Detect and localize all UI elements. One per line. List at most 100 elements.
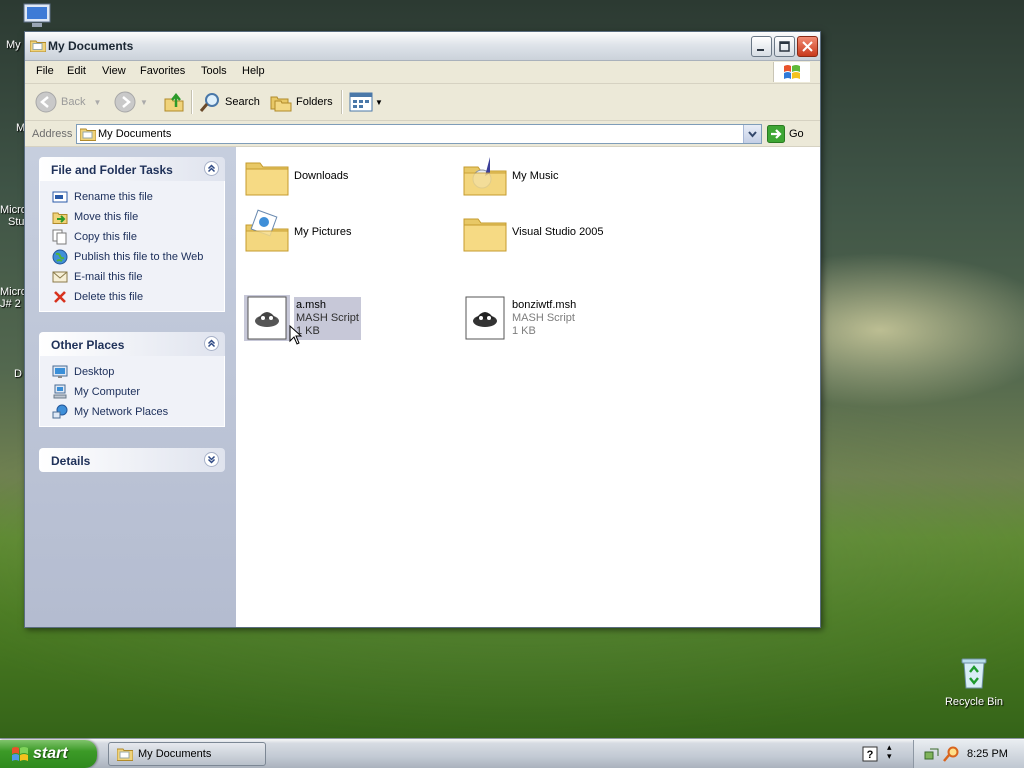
expand-button[interactable] xyxy=(204,452,219,467)
recycle-bin-icon xyxy=(961,658,987,689)
task-email[interactable]: E-mail this file xyxy=(40,267,224,287)
file-size: 1 KB xyxy=(296,324,320,337)
forward-button[interactable]: ▼ xyxy=(114,91,148,113)
search-label: Search xyxy=(225,96,260,108)
folder-icon xyxy=(30,40,46,52)
file-folder-tasks-panel: File and Folder Tasks Rename this file M… xyxy=(39,157,225,312)
maximize-icon xyxy=(779,41,790,52)
file-item-my-music[interactable]: My Music xyxy=(462,153,558,199)
folders-button[interactable]: Folders xyxy=(270,91,333,113)
menu-help[interactable]: Help xyxy=(242,65,265,77)
panel-title: Other Places xyxy=(51,338,125,352)
rename-icon xyxy=(52,191,68,203)
file-item-downloads[interactable]: Downloads xyxy=(244,153,348,199)
place-desktop[interactable]: Desktop xyxy=(40,362,224,382)
forward-arrow-icon xyxy=(114,91,136,113)
file-size: 1 KB xyxy=(512,324,536,337)
other-places-body: Desktop My Computer My Network Places xyxy=(39,356,225,427)
task-rename[interactable]: Rename this file xyxy=(40,187,224,207)
task-delete[interactable]: Delete this file xyxy=(40,287,224,307)
pictures-folder-icon xyxy=(245,209,289,252)
network-tray-icon[interactable] xyxy=(924,746,940,762)
collapse-button[interactable] xyxy=(204,161,219,176)
views-button[interactable]: ▼ xyxy=(349,91,383,113)
computer-icon xyxy=(53,384,67,399)
forward-dropdown-icon[interactable]: ▼ xyxy=(140,98,148,107)
address-input[interactable]: My Documents xyxy=(76,124,762,144)
file-type: MASH Script xyxy=(512,311,575,324)
file-name: My Music xyxy=(512,169,559,182)
place-network[interactable]: My Network Places xyxy=(40,402,224,422)
file-name: Downloads xyxy=(294,169,349,182)
chevron-down-icon xyxy=(748,131,757,138)
desktop-label-partial-6: J# 2 xyxy=(0,298,21,310)
desktop-label-partial-4: Stu xyxy=(8,216,25,228)
file-item-my-pictures[interactable]: My Pictures xyxy=(244,209,351,255)
explorer-window[interactable]: My Documents File Edit View Favorites To… xyxy=(24,31,821,628)
search-tray-icon[interactable] xyxy=(943,746,959,762)
file-item-bonziwtf-msh[interactable]: bonziwtf.msh MASH Script 1 KB xyxy=(462,295,576,341)
desktop-icon-my-computer[interactable] xyxy=(20,2,56,32)
address-bar: Address My Documents Go xyxy=(25,122,820,147)
toolbar-separator xyxy=(191,90,193,114)
menu-edit[interactable]: Edit xyxy=(67,65,86,77)
details-panel: Details xyxy=(39,448,225,472)
network-icon xyxy=(52,404,68,419)
back-arrow-icon xyxy=(35,91,57,113)
svg-text:?: ? xyxy=(867,749,874,761)
up-folder-button[interactable] xyxy=(163,91,185,113)
close-button[interactable] xyxy=(797,36,818,57)
help-icon[interactable]: ? xyxy=(862,746,878,762)
minimize-icon xyxy=(757,49,764,51)
place-label: My Computer xyxy=(74,386,141,398)
chevron-up-double-icon xyxy=(207,164,216,173)
clock[interactable]: 8:25 PM xyxy=(967,748,1008,760)
menu-favorites[interactable]: Favorites xyxy=(140,65,185,77)
email-icon xyxy=(52,271,68,283)
menu-tools[interactable]: Tools xyxy=(201,65,227,77)
address-label: Address xyxy=(32,128,73,140)
close-icon xyxy=(802,41,813,52)
desktop-label-partial-5: Micro xyxy=(0,286,27,298)
taskbar-button-my-documents[interactable]: My Documents xyxy=(108,742,266,766)
task-copy[interactable]: Copy this file xyxy=(40,227,224,247)
search-button[interactable]: Search xyxy=(199,91,260,113)
task-move[interactable]: Move this file xyxy=(40,207,224,227)
task-label: E-mail this file xyxy=(74,271,143,283)
language-toggle-icon[interactable]: ▴ ▾ xyxy=(887,743,892,761)
back-dropdown-icon[interactable]: ▼ xyxy=(93,98,101,107)
task-label: Copy this file xyxy=(74,231,137,243)
move-icon xyxy=(52,212,68,224)
go-button[interactable]: Go xyxy=(767,124,804,144)
place-my-computer[interactable]: My Computer xyxy=(40,382,224,402)
views-dropdown-icon[interactable]: ▼ xyxy=(375,98,383,107)
toolbar-separator-2 xyxy=(341,90,343,114)
mash-script-icon xyxy=(244,295,290,341)
other-places-header[interactable]: Other Places xyxy=(39,332,225,356)
collapse-button[interactable] xyxy=(204,336,219,351)
menu-file[interactable]: File xyxy=(36,65,54,77)
title-bar[interactable]: My Documents xyxy=(25,32,820,61)
desktop-icon-recycle-bin[interactable]: Recycle Bin xyxy=(940,656,1008,708)
minimize-button[interactable] xyxy=(751,36,772,57)
menu-view[interactable]: View xyxy=(102,65,126,77)
file-folder-tasks-header[interactable]: File and Folder Tasks xyxy=(39,157,225,181)
recycle-bin-label: Recycle Bin xyxy=(944,696,1004,708)
file-item-visual-studio-2005[interactable]: Visual Studio 2005 xyxy=(462,209,604,255)
start-button[interactable]: start xyxy=(0,740,97,768)
back-button[interactable]: Back ▼ xyxy=(35,91,101,113)
taskbar-button-label: My Documents xyxy=(138,748,212,760)
address-dropdown-button[interactable] xyxy=(743,125,761,143)
desktop-label-partial-3: Micro xyxy=(0,204,27,216)
task-label: Rename this file xyxy=(74,191,153,203)
file-details: a.msh MASH Script 1 KB xyxy=(294,296,361,340)
copy-icon xyxy=(52,229,67,245)
windows-flag-icon xyxy=(12,747,28,761)
up-folder-icon xyxy=(164,92,184,112)
mash-script-icon xyxy=(465,296,505,340)
file-list[interactable]: Downloads My Music My Pictures Visual St… xyxy=(236,147,820,627)
file-name: My Pictures xyxy=(294,225,352,238)
details-header[interactable]: Details xyxy=(39,448,225,472)
maximize-button[interactable] xyxy=(774,36,795,57)
task-publish-web[interactable]: Publish this file to the Web xyxy=(40,247,224,267)
